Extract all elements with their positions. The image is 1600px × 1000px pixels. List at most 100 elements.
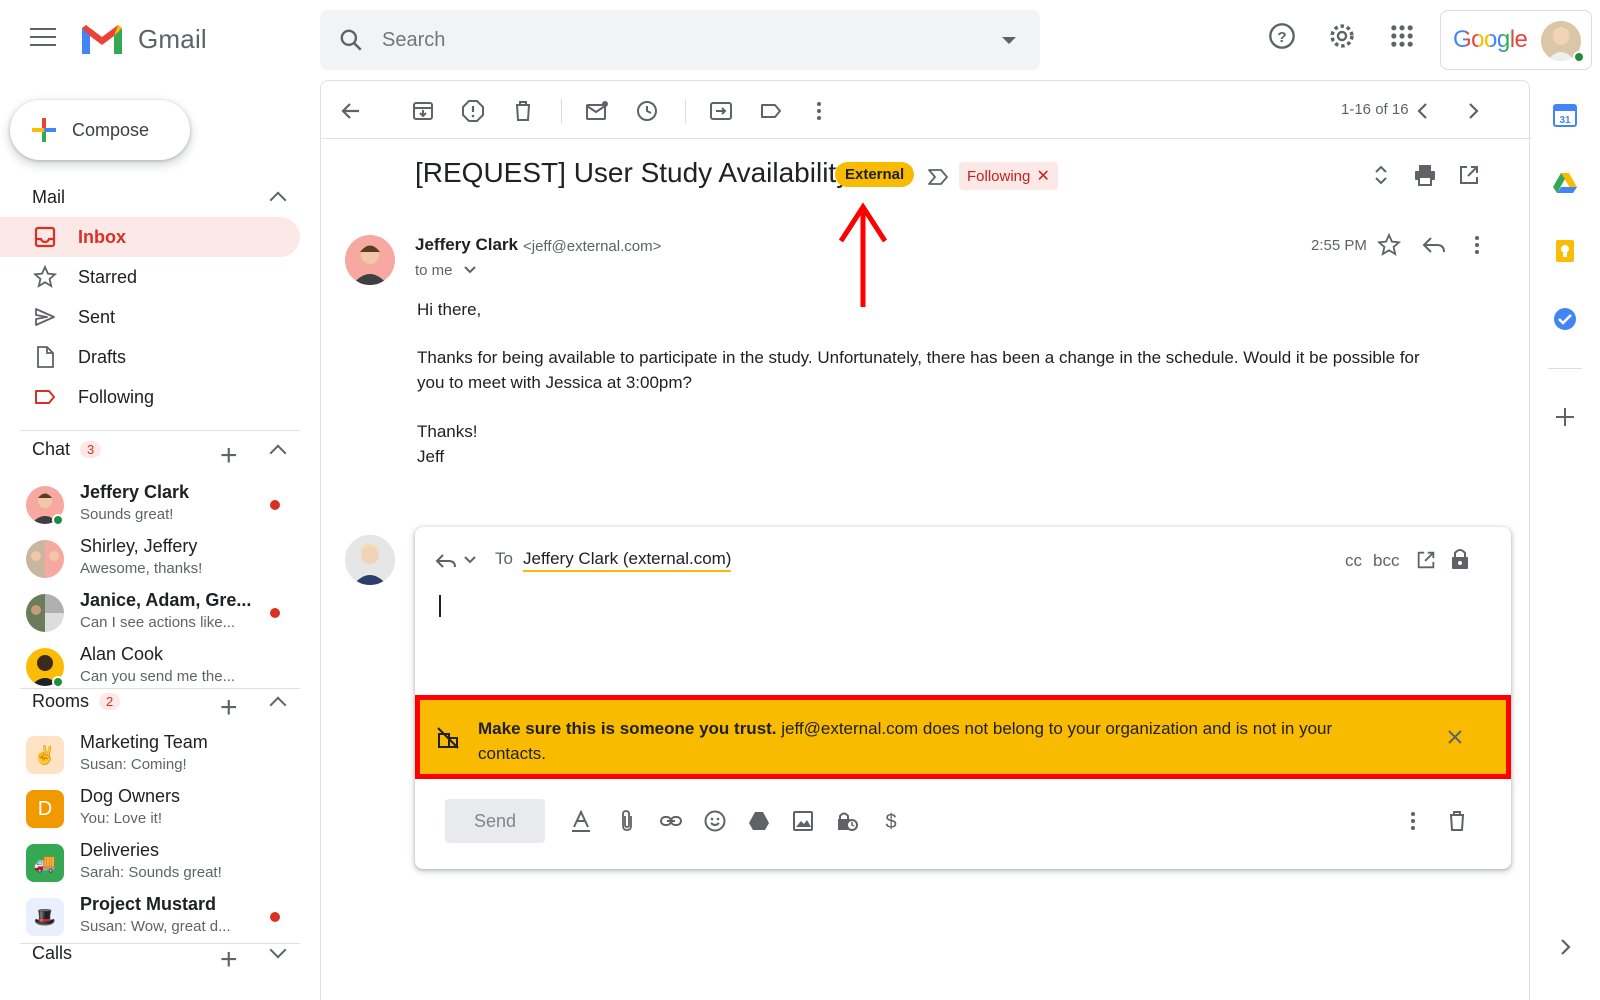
expand-all-icon[interactable] — [1369, 163, 1393, 187]
older-chevron-icon[interactable] — [1461, 99, 1485, 123]
room-item-project-mustard[interactable]: 🎩 Project Mustard Susan: Wow, great d... — [0, 890, 300, 944]
pop-out-icon[interactable] — [1415, 549, 1437, 571]
room-preview: Susan: Coming! — [80, 756, 187, 773]
bcc-button[interactable]: bcc — [1373, 551, 1399, 571]
insert-emoji-icon[interactable] — [703, 809, 727, 833]
search-bar[interactable] — [320, 10, 1040, 70]
more-options-icon[interactable] — [807, 99, 831, 123]
newer-chevron-icon[interactable] — [1411, 99, 1435, 123]
sender-avatar[interactable] — [345, 235, 395, 285]
insert-photo-icon[interactable] — [791, 809, 815, 833]
dismiss-warning-close-icon[interactable] — [1446, 728, 1464, 746]
archive-icon[interactable] — [411, 99, 435, 123]
online-status-dot — [52, 514, 64, 526]
settings-icon[interactable] — [1328, 22, 1356, 50]
gmail-logo[interactable]: Gmail — [80, 22, 207, 56]
chat-item-shirley-jeffery[interactable]: Shirley, Jeffery Awesome, thanks! — [0, 532, 300, 586]
reply-type-icon[interactable] — [435, 551, 457, 571]
search-icon[interactable] — [338, 27, 364, 53]
room-item-marketing-team[interactable]: ✌ Marketing Team Susan: Coming! — [0, 728, 300, 782]
message-more-icon[interactable] — [1465, 233, 1489, 257]
lock-icon[interactable] — [1449, 547, 1471, 571]
mark-unread-icon[interactable] — [585, 99, 609, 123]
chat-name: Janice, Adam, Gre... — [80, 590, 252, 610]
insert-drive-icon[interactable] — [747, 809, 771, 833]
email-timestamp: 2:55 PM — [1311, 237, 1367, 254]
print-icon[interactable] — [1413, 163, 1437, 187]
keep-icon[interactable] — [1552, 238, 1578, 264]
sidebar-item-inbox[interactable]: Inbox — [0, 217, 300, 257]
recipient-chip[interactable]: Jeffery Clark (external.com) — [523, 549, 732, 572]
formatting-options-icon[interactable] — [569, 809, 593, 833]
report-spam-icon[interactable] — [461, 99, 485, 123]
search-input[interactable] — [382, 28, 962, 52]
cc-button[interactable]: cc — [1345, 551, 1362, 571]
confidential-mode-icon[interactable] — [835, 809, 859, 833]
sidebar-item-label: Starred — [78, 266, 138, 287]
calendar-icon[interactable]: 31 — [1552, 102, 1578, 128]
chat-item-alan-cook[interactable]: Alan Cook Can you send me the... — [0, 640, 300, 694]
rooms-collapse-icon[interactable] — [269, 696, 287, 714]
sidebar-item-label: Inbox — [78, 226, 126, 247]
show-side-panel-chevron-icon[interactable] — [1552, 934, 1578, 960]
send-money-icon[interactable]: $ — [879, 809, 903, 833]
importance-marker-icon[interactable] — [927, 167, 949, 187]
account-switcher[interactable]: Google — [1440, 10, 1592, 70]
mail-section-header[interactable]: Mail — [32, 187, 65, 208]
label-as-icon[interactable] — [759, 99, 783, 123]
sidebar-item-label: Sent — [78, 306, 116, 327]
discard-draft-icon[interactable] — [1445, 809, 1469, 833]
following-label-chip[interactable]: Following ✕ — [959, 162, 1058, 190]
unread-dot — [270, 500, 280, 510]
apps-grid-icon[interactable] — [1388, 22, 1416, 50]
chat-section-header[interactable]: Chat 3 — [32, 439, 102, 460]
compose-more-options-icon[interactable] — [1401, 809, 1425, 833]
new-call-plus-icon[interactable]: + — [220, 945, 238, 975]
chat-item-janice-adam[interactable]: Janice, Adam, Gre... Can I see actions l… — [0, 586, 300, 640]
sidebar-item-drafts[interactable]: Drafts — [0, 337, 300, 377]
attach-file-icon[interactable] — [615, 809, 639, 833]
send-button[interactable]: Send — [445, 799, 545, 843]
delete-icon[interactable] — [511, 99, 535, 123]
top-bar: Gmail ? Google — [0, 0, 1600, 80]
mail-collapse-icon[interactable] — [269, 191, 287, 209]
recipient-details[interactable]: to me — [415, 262, 477, 279]
drive-icon[interactable] — [1552, 170, 1578, 196]
open-new-window-icon[interactable] — [1457, 163, 1481, 187]
inbox-icon — [34, 226, 56, 248]
chat-collapse-icon[interactable] — [269, 444, 287, 462]
svg-text:31: 31 — [1559, 115, 1571, 126]
main-menu-icon[interactable] — [30, 28, 56, 50]
truck-icon: 🚚 — [33, 852, 57, 873]
chat-section-title: Chat — [32, 439, 71, 459]
calls-section-header[interactable]: Calls — [32, 943, 72, 964]
back-arrow-icon[interactable] — [339, 99, 363, 123]
move-to-icon[interactable] — [709, 99, 733, 123]
new-chat-plus-icon[interactable]: + — [220, 441, 238, 471]
star-icon[interactable] — [1377, 233, 1401, 257]
room-name: Marketing Team — [80, 732, 208, 752]
calls-expand-icon[interactable] — [269, 941, 287, 959]
new-room-plus-icon[interactable]: + — [220, 693, 238, 723]
compose-button[interactable]: Compose — [10, 100, 190, 160]
chat-item-jeffery-clark[interactable]: Jeffery Clark Sounds great! — [0, 478, 300, 532]
search-options-icon[interactable] — [1002, 37, 1016, 44]
sidebar-item-sent[interactable]: Sent — [0, 297, 300, 337]
recipient-text: to me — [415, 262, 453, 279]
snooze-clock-icon[interactable] — [635, 99, 659, 123]
reply-user-avatar — [345, 535, 395, 585]
room-item-dog-owners[interactable]: D Dog Owners You: Love it! — [0, 782, 300, 836]
reply-body-input[interactable] — [439, 595, 441, 617]
reply-type-chevron-icon[interactable] — [463, 555, 477, 565]
help-icon[interactable]: ? — [1268, 22, 1296, 50]
sidebar-item-starred[interactable]: Starred — [0, 257, 300, 297]
remove-label-icon[interactable]: ✕ — [1037, 168, 1050, 185]
add-addon-plus-icon[interactable] — [1552, 404, 1578, 430]
email-paragraph-line-1: Thanks for being available to participat… — [417, 348, 1420, 367]
rooms-section-header[interactable]: Rooms 2 — [32, 691, 121, 712]
insert-link-icon[interactable] — [659, 809, 683, 833]
sidebar-item-following[interactable]: Following — [0, 377, 300, 417]
reply-icon[interactable] — [1421, 233, 1447, 257]
tasks-icon[interactable] — [1552, 306, 1578, 332]
room-item-deliveries[interactable]: 🚚 Deliveries Sarah: Sounds great! — [0, 836, 300, 890]
